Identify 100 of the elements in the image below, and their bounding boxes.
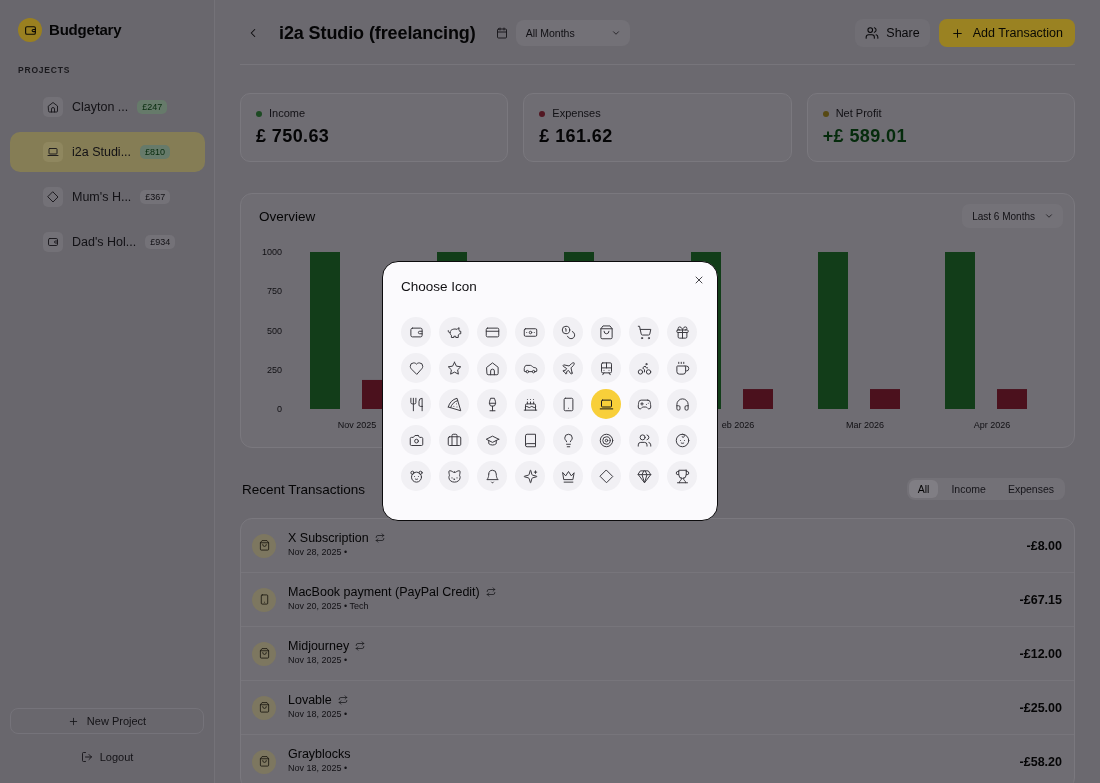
icon-option[interactable] xyxy=(591,425,621,455)
new-project-button[interactable]: New Project xyxy=(10,708,204,734)
filter-tab[interactable]: Income xyxy=(942,480,995,498)
close-icon[interactable] xyxy=(693,274,705,286)
train-icon xyxy=(598,360,614,376)
transaction-date: Nov 28, 2025 • xyxy=(288,546,348,557)
y-tick-label: 500 xyxy=(266,325,282,336)
icon-option[interactable] xyxy=(477,389,507,419)
house-icon xyxy=(43,97,63,117)
filter-tab[interactable]: All xyxy=(908,480,939,498)
shopping-bag-icon xyxy=(252,695,276,720)
transaction-name: MacBook payment (PayPal Credit) xyxy=(288,584,480,600)
icon-option[interactable] xyxy=(515,317,545,347)
icon-option[interactable] xyxy=(553,461,583,491)
icon-option[interactable] xyxy=(667,425,697,455)
x-tick-label: eb 2026 xyxy=(721,420,755,430)
users-icon xyxy=(865,26,880,40)
camera-icon xyxy=(408,432,424,448)
icon-option[interactable] xyxy=(629,389,659,419)
airplane-icon xyxy=(560,360,576,376)
stat-label: Income xyxy=(269,107,306,120)
icon-option[interactable] xyxy=(629,353,659,383)
baby-face-icon xyxy=(674,432,690,448)
icon-option[interactable] xyxy=(439,389,469,419)
icon-option[interactable] xyxy=(591,461,621,491)
calendar-icon xyxy=(495,27,508,39)
shopping-bag-icon xyxy=(252,641,276,666)
icon-option[interactable] xyxy=(477,425,507,455)
icon-option[interactable] xyxy=(591,317,621,347)
project-item[interactable]: i2a Studi... £810 xyxy=(10,132,205,172)
icon-option[interactable] xyxy=(553,353,583,383)
icon-option[interactable] xyxy=(439,353,469,383)
chart-bar xyxy=(870,389,900,409)
book-icon xyxy=(522,432,538,448)
icon-option[interactable] xyxy=(439,317,469,347)
icon-option[interactable] xyxy=(401,389,431,419)
icon-option[interactable] xyxy=(667,317,697,347)
y-tick-label: 750 xyxy=(266,286,282,297)
y-tick-label: 250 xyxy=(266,364,282,375)
amount-badge: £810 xyxy=(140,145,171,159)
transaction-amount: -£12.00 xyxy=(1019,646,1062,661)
x-tick-label: Apr 2026 xyxy=(973,420,1011,430)
sparkles-icon xyxy=(522,468,538,484)
icon-option[interactable] xyxy=(477,353,507,383)
transaction-amount: -£8.00 xyxy=(1026,538,1062,553)
transaction-amount: -£25.00 xyxy=(1019,700,1062,715)
stat-value: £ 161.62 xyxy=(539,125,613,147)
icon-option[interactable] xyxy=(477,317,507,347)
smartphone-icon xyxy=(560,396,576,412)
icon-option[interactable] xyxy=(553,317,583,347)
logout-button[interactable]: Logout xyxy=(74,744,140,770)
chart-bar xyxy=(997,389,1027,409)
plus-icon xyxy=(950,26,964,40)
shopping-bag-icon xyxy=(252,749,276,774)
project-item[interactable]: Clayton ... £247 xyxy=(10,87,205,127)
cake-icon xyxy=(522,396,538,412)
diamond-icon xyxy=(598,468,614,484)
share-button[interactable]: Share xyxy=(855,19,930,47)
x-tick-label: Nov 2025 xyxy=(337,420,377,430)
icon-option[interactable] xyxy=(401,461,431,491)
heart-icon xyxy=(408,360,424,376)
stat-value: £ 750.63 xyxy=(256,125,330,147)
chart-bar xyxy=(743,389,773,409)
icon-option[interactable] xyxy=(515,353,545,383)
icon-option[interactable] xyxy=(515,425,545,455)
icon-option[interactable] xyxy=(667,461,697,491)
gamepad-icon xyxy=(636,396,652,412)
icon-option[interactable] xyxy=(477,461,507,491)
icon-option[interactable] xyxy=(629,317,659,347)
chevron-down-icon xyxy=(610,28,621,38)
coins-icon xyxy=(560,324,576,340)
amount-badge: £367 xyxy=(140,190,171,204)
period-dropdown[interactable]: All Months xyxy=(515,20,630,46)
icon-option[interactable] xyxy=(591,353,621,383)
icon-option[interactable] xyxy=(629,425,659,455)
house-icon xyxy=(484,360,500,376)
stat-value: +£ 589.01 xyxy=(822,125,907,147)
transaction-name: X Subscription xyxy=(288,530,369,546)
icon-option[interactable] xyxy=(515,461,545,491)
chevron-down-icon xyxy=(1044,211,1054,221)
add-transaction-button[interactable]: Add Transaction xyxy=(938,19,1075,47)
icon-option[interactable] xyxy=(439,425,469,455)
project-item[interactable]: Mum's H... £367 xyxy=(10,177,205,217)
headphones-icon xyxy=(674,396,690,412)
users-icon xyxy=(636,432,652,448)
bicycle-icon xyxy=(636,360,652,376)
filter-tab[interactable]: Expenses xyxy=(998,480,1063,498)
amount-badge: £934 xyxy=(145,235,176,249)
wallet-icon xyxy=(408,324,424,340)
icon-option[interactable] xyxy=(591,389,621,419)
shopping-bag-icon xyxy=(252,533,276,558)
icon-option[interactable] xyxy=(515,389,545,419)
card-title: Overview xyxy=(259,208,316,224)
icon-option[interactable] xyxy=(629,461,659,491)
graduation-cap-icon xyxy=(484,432,500,448)
shopping-bag-icon xyxy=(598,324,614,340)
icon-option[interactable] xyxy=(401,425,431,455)
stat-label: Expenses xyxy=(552,107,601,120)
range-dropdown[interactable]: Last 6 Months xyxy=(962,204,1063,228)
project-item[interactable]: Dad's Hol... £934 xyxy=(10,222,205,262)
